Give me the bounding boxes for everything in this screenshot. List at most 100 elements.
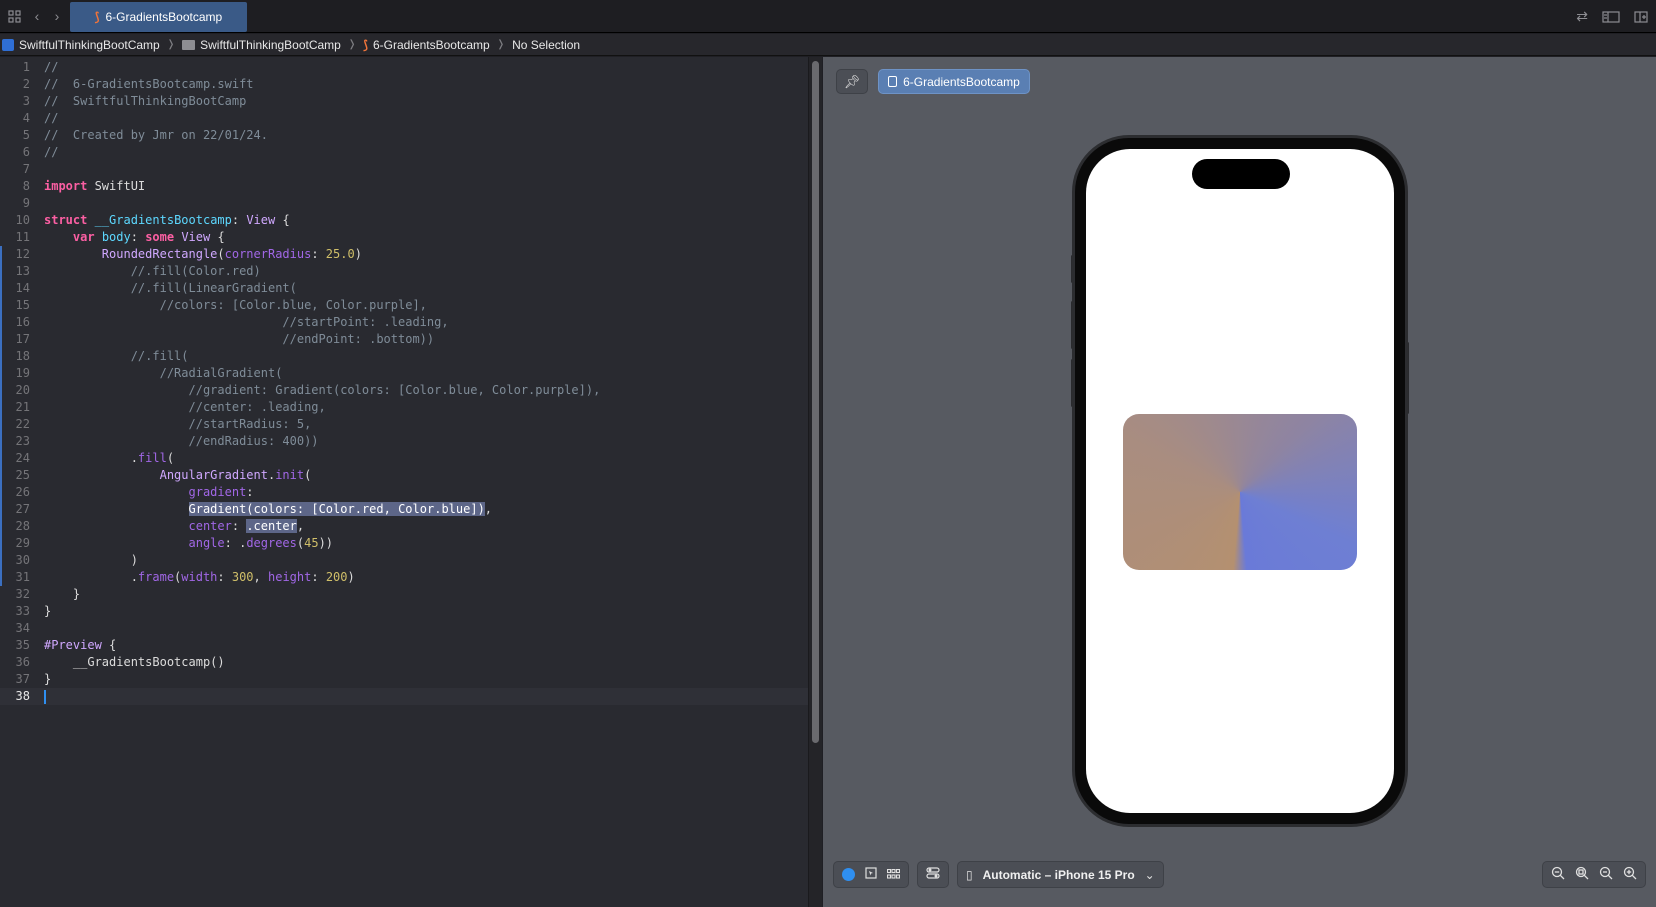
zoom-actual-size-icon[interactable] <box>1599 866 1613 883</box>
code-line[interactable]: 27 Gradient(colors: [Color.red, Color.bl… <box>0 501 810 518</box>
line-number: 9 <box>22 196 30 210</box>
code-line[interactable]: 21 //center: .leading, <box>0 399 810 416</box>
code-token: degrees <box>246 536 297 550</box>
line-number: 20 <box>15 383 30 397</box>
live-mode-icon[interactable] <box>842 868 855 881</box>
breadcrumb-group[interactable]: SwiftfulThinkingBootCamp <box>182 38 341 52</box>
code-line[interactable]: 13 //.fill(Color.red) <box>0 263 810 280</box>
code-line[interactable]: 2 // 6-GradientsBootcamp.swift <box>0 76 810 93</box>
code-text: import SwiftUI <box>44 178 145 195</box>
line-number: 36 <box>15 655 30 669</box>
code-line[interactable]: 7 <box>0 161 810 178</box>
device-selector[interactable]: ▯ Automatic – iPhone 15 Pro ⌄ <box>957 861 1164 888</box>
device-screen[interactable] <box>1086 149 1394 813</box>
code-token: gradient <box>188 485 247 499</box>
editor-scrollbar[interactable] <box>808 57 822 907</box>
breadcrumb-file[interactable]: ⟆ 6-GradientsBootcamp <box>363 38 489 52</box>
editor-scroll-thumb[interactable] <box>812 61 819 743</box>
code-line[interactable]: 20 //gradient: Gradient(colors: [Color.b… <box>0 382 810 399</box>
zoom-out-icon[interactable] <box>1551 866 1565 883</box>
line-number: 3 <box>22 94 30 108</box>
code-token: //startRadius: 5, <box>44 417 312 431</box>
code-line[interactable]: 11 var body: some View { <box>0 229 810 246</box>
code-line[interactable]: 17 //endPoint: .bottom)) <box>0 331 810 348</box>
code-token: //endRadius: 400)) <box>44 434 319 448</box>
editor-tab[interactable]: ⟆ 6-GradientsBootcamp <box>70 2 247 32</box>
code-line[interactable]: 14 //.fill(LinearGradient( <box>0 280 810 297</box>
code-line[interactable]: 23 //endRadius: 400)) <box>0 433 810 450</box>
device-settings-button[interactable] <box>917 861 949 888</box>
code-line[interactable]: 18 //.fill( <box>0 348 810 365</box>
breadcrumb-selection[interactable]: No Selection <box>512 38 580 52</box>
code-line[interactable]: 15 //colors: [Color.blue, Color.purple], <box>0 297 810 314</box>
line-number: 31 <box>15 570 30 584</box>
code-line[interactable]: 38 <box>0 688 810 705</box>
code-line[interactable]: 31 .frame(width: 300, height: 200) <box>0 569 810 586</box>
code-token: frame <box>137 570 175 584</box>
line-number: 21 <box>15 400 30 414</box>
line-number: 29 <box>15 536 30 550</box>
code-line[interactable]: 34 <box>0 620 810 637</box>
breadcrumb: SwiftfulThinkingBootCamp ❭ SwiftfulThink… <box>0 34 1656 56</box>
editor-options-icon[interactable] <box>1602 0 1620 33</box>
code-line[interactable]: 19 //RadialGradient( <box>0 365 810 382</box>
code-line[interactable]: 16 //startPoint: .leading, <box>0 314 810 331</box>
pin-preview-button[interactable]: 📌︎ <box>836 69 868 94</box>
add-editor-icon[interactable] <box>1634 0 1648 33</box>
code-token: AngularGradient <box>159 468 268 482</box>
line-number: 26 <box>15 485 30 499</box>
code-line[interactable]: 29 angle: .degrees(45)) <box>0 535 810 552</box>
code-line[interactable]: 22 //startRadius: 5, <box>0 416 810 433</box>
code-token: : <box>231 213 247 227</box>
code-line[interactable]: 26 gradient: <box>0 484 810 501</box>
line-number: 34 <box>15 621 30 635</box>
grid-icon[interactable] <box>6 0 22 33</box>
line-number: 28 <box>15 519 30 533</box>
zoom-to-fit-icon[interactable] <box>1575 866 1589 883</box>
back-chevron-icon[interactable]: ‹ <box>30 0 44 33</box>
code-line[interactable]: 36 __GradientsBootcamp() <box>0 654 810 671</box>
selectable-mode-icon[interactable] <box>865 867 877 882</box>
code-line[interactable]: 25 AngularGradient.init( <box>0 467 810 484</box>
code-line[interactable]: 33} <box>0 603 810 620</box>
code-line[interactable]: 37} <box>0 671 810 688</box>
code-line[interactable]: 28 center: .center, <box>0 518 810 535</box>
preview-tab[interactable]: 6-GradientsBootcamp <box>878 69 1030 94</box>
zoom-in-icon[interactable] <box>1623 866 1637 883</box>
breadcrumb-project[interactable]: SwiftfulThinkingBootCamp <box>2 38 160 52</box>
variants-grid-icon[interactable] <box>886 868 901 882</box>
code-line[interactable]: 32 } <box>0 586 810 603</box>
code-line[interactable]: 9 <box>0 195 810 212</box>
code-token: blue <box>441 502 471 516</box>
line-number: 17 <box>15 332 30 346</box>
code-line[interactable]: 35 #Preview { <box>0 637 810 654</box>
code-line[interactable]: 1 // <box>0 59 810 76</box>
code-token: : <box>130 230 146 244</box>
code-line[interactable]: 10 struct __GradientsBootcamp: View { <box>0 212 810 229</box>
code-line[interactable]: 8 import SwiftUI <box>0 178 810 195</box>
source-editor[interactable]: 1 // 2 // 6-GradientsBootcamp.swift 3 // Swif… <box>0 57 822 907</box>
code-text: //endRadius: 400)) <box>44 433 319 450</box>
code-line[interactable]: 5 // Created by Jmr on 22/01/24. <box>0 127 810 144</box>
code-line[interactable]: 12 RoundedRectangle(cornerRadius: 25.0) <box>0 246 810 263</box>
code-line[interactable]: 6 // <box>0 144 810 161</box>
code-token: . <box>354 502 362 516</box>
code-token: __GradientsBootcamp <box>94 213 232 227</box>
code-line[interactable]: 24 .fill( <box>0 450 810 467</box>
forward-chevron-icon[interactable]: › <box>50 0 64 33</box>
volume-up-button <box>1071 301 1074 349</box>
code-line[interactable]: 4 // <box>0 110 810 127</box>
line-number: 8 <box>22 179 30 193</box>
swap-icon[interactable]: ⇄ <box>1576 0 1588 33</box>
code-token: : <box>231 519 247 533</box>
code-token: 300 <box>231 570 254 584</box>
code-line[interactable]: 3 // SwiftfulThinkingBootCamp <box>0 93 810 110</box>
code-token: // <box>44 145 59 159</box>
code-text: } <box>44 586 80 603</box>
code-line[interactable]: 30 ) <box>0 552 810 569</box>
code-token: __GradientsBootcamp() <box>44 655 225 669</box>
code-lines[interactable]: 1 // 2 // 6-GradientsBootcamp.swift 3 // Swif… <box>0 59 810 705</box>
